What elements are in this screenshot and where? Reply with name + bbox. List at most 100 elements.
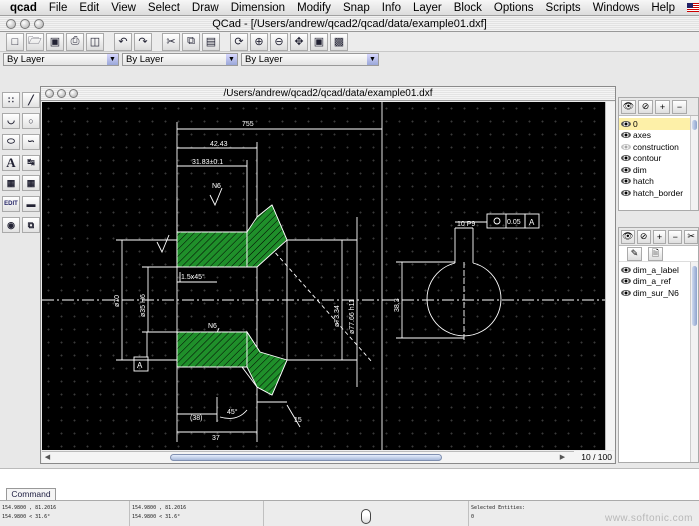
edit-block-icon[interactable]: ✎ <box>627 246 642 261</box>
menu-help[interactable]: Help <box>645 2 681 14</box>
menu-file[interactable]: File <box>43 2 74 14</box>
cut-block-icon[interactable]: ✂ <box>684 229 698 244</box>
redraw-icon[interactable]: ⟳ <box>230 32 248 51</box>
menu-select[interactable]: Select <box>142 2 186 14</box>
ellipses-icon[interactable]: ⬭ <box>2 133 20 150</box>
eye-icon[interactable] <box>621 278 631 285</box>
eye-icon[interactable] <box>621 189 631 196</box>
print-icon[interactable]: ⎙ <box>66 32 84 51</box>
menu-windows[interactable]: Windows <box>587 2 646 14</box>
dimensions-icon[interactable]: ↹ <box>22 154 40 171</box>
menu-options[interactable]: Options <box>488 2 540 14</box>
measure-icon[interactable]: ▬ <box>22 196 40 213</box>
block-item-dim-a-ref[interactable]: dim_a_ref <box>619 276 698 288</box>
eye-closed-icon[interactable] <box>621 143 631 150</box>
pen-width-select[interactable]: By Layer ▼ <box>122 53 238 66</box>
show-all-blocks-icon[interactable]: 👁 <box>621 229 635 244</box>
layer-item-axes[interactable]: axes <box>619 130 698 142</box>
zoom-drawing-button[interactable] <box>69 89 78 98</box>
remove-block-icon[interactable]: − <box>668 229 683 244</box>
command-area[interactable]: Command <box>0 468 699 500</box>
vertical-scrollbar[interactable] <box>605 102 615 450</box>
lines-icon[interactable]: ╱ <box>22 92 40 108</box>
eye-icon[interactable] <box>621 155 631 162</box>
scroll-thumb[interactable] <box>170 454 442 461</box>
arcs-icon[interactable]: ◡ <box>2 112 20 129</box>
line-type-select[interactable]: By Layer ▼ <box>241 53 379 66</box>
block-item-dim-sur-n6[interactable]: dim_sur_N6 <box>619 287 698 299</box>
points-icon[interactable]: ∷ <box>2 92 20 108</box>
minimize-drawing-button[interactable] <box>57 89 66 98</box>
undo-icon[interactable]: ↶ <box>114 32 132 51</box>
menu-draw[interactable]: Draw <box>186 2 225 14</box>
menu-edit[interactable]: Edit <box>73 2 105 14</box>
zoom-pan-icon[interactable]: ▩ <box>330 32 348 51</box>
eye-icon[interactable] <box>621 289 631 296</box>
zoom-window-button[interactable] <box>34 19 44 29</box>
minimize-window-button[interactable] <box>20 19 30 29</box>
layer-item-dim[interactable]: dim <box>619 164 698 176</box>
splines-icon[interactable]: ∽ <box>22 133 40 150</box>
command-tab[interactable]: Command <box>6 488 56 500</box>
abs-cartesian: 154.9800 , 81.2016 <box>2 505 57 511</box>
cut-icon[interactable]: ✂ <box>162 32 180 51</box>
zoom-auto-icon[interactable]: ✥ <box>290 32 308 51</box>
scroll-thumb[interactable] <box>692 120 697 130</box>
close-drawing-button[interactable] <box>45 89 54 98</box>
circles-icon[interactable]: ○ <box>22 112 40 129</box>
save-icon[interactable]: ▣ <box>46 32 64 51</box>
block-list-scrollbar[interactable] <box>690 262 698 462</box>
open-icon[interactable]: 🗁 <box>26 32 44 51</box>
copy-icon[interactable]: ⧉ <box>182 32 200 51</box>
insert-block-icon[interactable]: 🗎 <box>648 246 663 261</box>
layer-item-construction[interactable]: construction <box>619 141 698 153</box>
close-window-button[interactable] <box>6 19 16 29</box>
block-icon[interactable]: ⧉ <box>22 217 40 234</box>
edit-icon[interactable]: EDIT <box>2 196 20 213</box>
eye-icon[interactable] <box>621 178 631 185</box>
horizontal-scrollbar[interactable]: ◀ ▶ <box>42 451 606 463</box>
remove-layer-icon[interactable]: − <box>672 99 687 114</box>
eye-icon[interactable] <box>621 120 631 127</box>
eye-icon[interactable] <box>621 132 631 139</box>
show-all-layers-icon[interactable]: 👁 <box>621 99 636 114</box>
scroll-right-icon[interactable]: ▶ <box>558 453 567 462</box>
menu-dimension[interactable]: Dimension <box>225 2 291 14</box>
menu-app[interactable]: qcad <box>4 2 43 14</box>
hatch-icon[interactable]: ▦ <box>2 175 20 192</box>
input-flag-icon[interactable] <box>687 3 699 12</box>
eye-icon[interactable] <box>621 266 631 273</box>
menu-info[interactable]: Info <box>376 2 407 14</box>
menu-view[interactable]: View <box>105 2 142 14</box>
scroll-left-icon[interactable]: ◀ <box>43 453 52 462</box>
eye-icon[interactable] <box>621 166 631 173</box>
add-layer-icon[interactable]: + <box>655 99 670 114</box>
menu-snap[interactable]: Snap <box>337 2 376 14</box>
zoom-out-icon[interactable]: ⊖ <box>270 32 288 51</box>
hide-all-layers-icon[interactable]: ⊘ <box>638 99 653 114</box>
layer-item-hatch-border[interactable]: hatch_border <box>619 187 698 199</box>
menu-block[interactable]: Block <box>448 2 488 14</box>
zoom-in-icon[interactable]: ⊕ <box>250 32 268 51</box>
print-preview-icon[interactable]: ◫ <box>86 32 104 51</box>
text-icon[interactable]: A <box>2 154 20 171</box>
layer-item-hatch[interactable]: hatch <box>619 176 698 188</box>
layer-item-0[interactable]: 0 <box>619 118 698 130</box>
add-block-icon[interactable]: + <box>652 229 667 244</box>
block-item-dim-a-label[interactable]: dim_a_label <box>619 264 698 276</box>
zoom-window-icon[interactable]: ▣ <box>310 32 328 51</box>
menu-layer[interactable]: Layer <box>407 2 448 14</box>
pen-color-select[interactable]: By Layer ▼ <box>3 53 119 66</box>
layer-item-contour[interactable]: contour <box>619 153 698 165</box>
redo-icon[interactable]: ↷ <box>134 32 152 51</box>
menu-modify[interactable]: Modify <box>291 2 337 14</box>
image-icon[interactable]: ▦ <box>22 175 40 192</box>
select-icon[interactable]: ◉ <box>2 217 20 234</box>
paste-icon[interactable]: ▤ <box>202 32 220 51</box>
drawing-canvas[interactable]: 755 42.43 31.83±0.1 N6 N6 1.5x45° (38) 4… <box>42 102 606 450</box>
layer-list-scrollbar[interactable] <box>690 116 698 210</box>
hide-all-blocks-icon[interactable]: ⊘ <box>636 229 651 244</box>
scroll-thumb[interactable] <box>692 266 697 326</box>
menu-scripts[interactable]: Scripts <box>540 2 587 14</box>
new-icon[interactable]: □ <box>6 32 24 51</box>
